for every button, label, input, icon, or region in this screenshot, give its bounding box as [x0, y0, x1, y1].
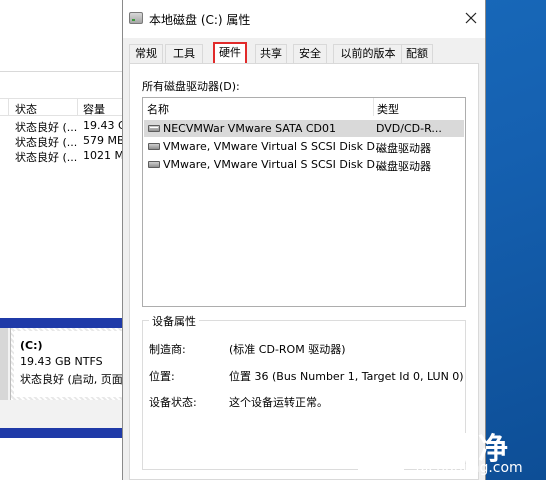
column-header-status[interactable]: 状态	[15, 101, 37, 117]
volume-row[interactable]: 状态良好 (... 1021 M	[0, 148, 122, 164]
tab-sharing[interactable]: 共享	[255, 44, 287, 64]
location-value: 位置 36 (Bus Number 1, Target Id 0, LUN 0)	[229, 370, 464, 383]
volume-capacity: 1021 M	[83, 149, 122, 162]
manufacturer-label: 制造商:	[149, 343, 186, 356]
watermark-logo: 爱纯净 aichunjing.com	[352, 420, 546, 480]
column-separator	[77, 99, 78, 115]
device-properties-title: 设备属性	[149, 313, 199, 329]
hard-disk-icon	[148, 161, 160, 168]
drive-name: VMware, VMware Virtual S SCSI Disk D...	[163, 158, 386, 171]
column-header-capacity[interactable]: 容量	[83, 101, 105, 117]
drive-name: NECVMWar VMware SATA CD01	[163, 122, 336, 135]
tab-previous-versions[interactable]: 以前的版本	[333, 44, 403, 64]
column-separator	[373, 98, 374, 116]
drive-type: 磁盘驱动器	[376, 142, 431, 155]
partition-c[interactable]: (C:) 19.43 GB NTFS 状态良好 (启动, 页面文	[10, 328, 122, 400]
disk-info-slot	[0, 328, 8, 400]
drive-row-cd[interactable]: NECVMWar VMware SATA CD01 DVD/CD-R...	[144, 120, 464, 137]
hardware-tab-panel: 所有磁盘驱动器(D): 名称 类型 NECVMWar VMware SATA C…	[129, 63, 479, 480]
drive-type: 磁盘驱动器	[376, 160, 431, 173]
column-header-type[interactable]: 类型	[377, 101, 399, 117]
partition-c-body: (C:) 19.43 GB NTFS 状态良好 (启动, 页面文	[14, 331, 122, 397]
drive-properties-dialog: 本地磁盘 (C:) 属性 常规 工具 硬件 共享 安全 以前的版本 配额 所有磁…	[122, 0, 486, 480]
volume-capacity: 579 MB	[83, 134, 122, 147]
column-header-name[interactable]: 名称	[147, 101, 169, 117]
disk-map-area-bottom	[0, 438, 122, 480]
watermark-domain-text: aichunjing.com	[416, 460, 523, 476]
dialog-titlebar[interactable]: 本地磁盘 (C:) 属性	[123, 0, 485, 38]
drive-name: VMware, VMware Virtual S SCSI Disk D...	[163, 140, 386, 153]
drive-icon	[129, 12, 143, 24]
disk-bar	[0, 428, 122, 438]
disk-management-toolbar-area	[0, 0, 122, 72]
drive-type: DVD/CD-R...	[376, 122, 442, 135]
partition-size: 19.43 GB NTFS	[20, 355, 103, 368]
column-separator	[8, 99, 9, 115]
drive-row-disk[interactable]: VMware, VMware Virtual S SCSI Disk D... …	[144, 156, 464, 173]
disk-management-window: 状态 容量 状态良好 (... 19.43 G 状态良好 (... 579 MB…	[0, 0, 122, 480]
tab-tools[interactable]: 工具	[165, 44, 203, 64]
volume-row[interactable]: 状态良好 (... 19.43 G	[0, 118, 122, 134]
volume-capacity: 19.43 G	[83, 119, 122, 132]
partition-status: 状态良好 (启动, 页面文	[20, 373, 122, 386]
tab-quota[interactable]: 配额	[401, 44, 433, 64]
volume-status: 状态良好 (...	[15, 151, 78, 164]
cd-drive-icon	[148, 125, 160, 132]
volume-list-header: 状态 容量	[0, 98, 122, 116]
volume-list: 状态良好 (... 19.43 G 状态良好 (... 579 MB 状态良好 …	[0, 118, 122, 164]
close-icon	[465, 12, 477, 24]
hard-disk-icon	[148, 143, 160, 150]
partition-name: (C:)	[20, 339, 43, 352]
location-label: 位置:	[149, 370, 175, 383]
volume-row[interactable]: 状态良好 (... 579 MB	[0, 133, 122, 149]
drive-row-disk[interactable]: VMware, VMware Virtual S SCSI Disk D... …	[144, 138, 464, 155]
tab-general[interactable]: 常规	[129, 44, 163, 64]
watermark-mark-icon	[358, 432, 404, 470]
disk-bar	[0, 318, 122, 328]
dialog-title: 本地磁盘 (C:) 属性	[149, 13, 251, 27]
close-button[interactable]	[461, 8, 481, 28]
tab-strip: 常规 工具 硬件 共享 安全 以前的版本 配额	[129, 42, 479, 64]
device-status-value: 这个设备运转正常。	[229, 396, 328, 409]
all-drives-label: 所有磁盘驱动器(D):	[142, 80, 240, 93]
device-status-label: 设备状态:	[149, 396, 197, 409]
drives-list-header: 名称 类型	[143, 98, 465, 116]
manufacturer-value: (标准 CD-ROM 驱动器)	[229, 343, 346, 356]
drives-list[interactable]: 名称 类型 NECVMWar VMware SATA CD01 DVD/CD-R…	[142, 97, 466, 307]
tab-security[interactable]: 安全	[293, 44, 327, 64]
tab-hardware[interactable]: 硬件	[213, 42, 247, 64]
